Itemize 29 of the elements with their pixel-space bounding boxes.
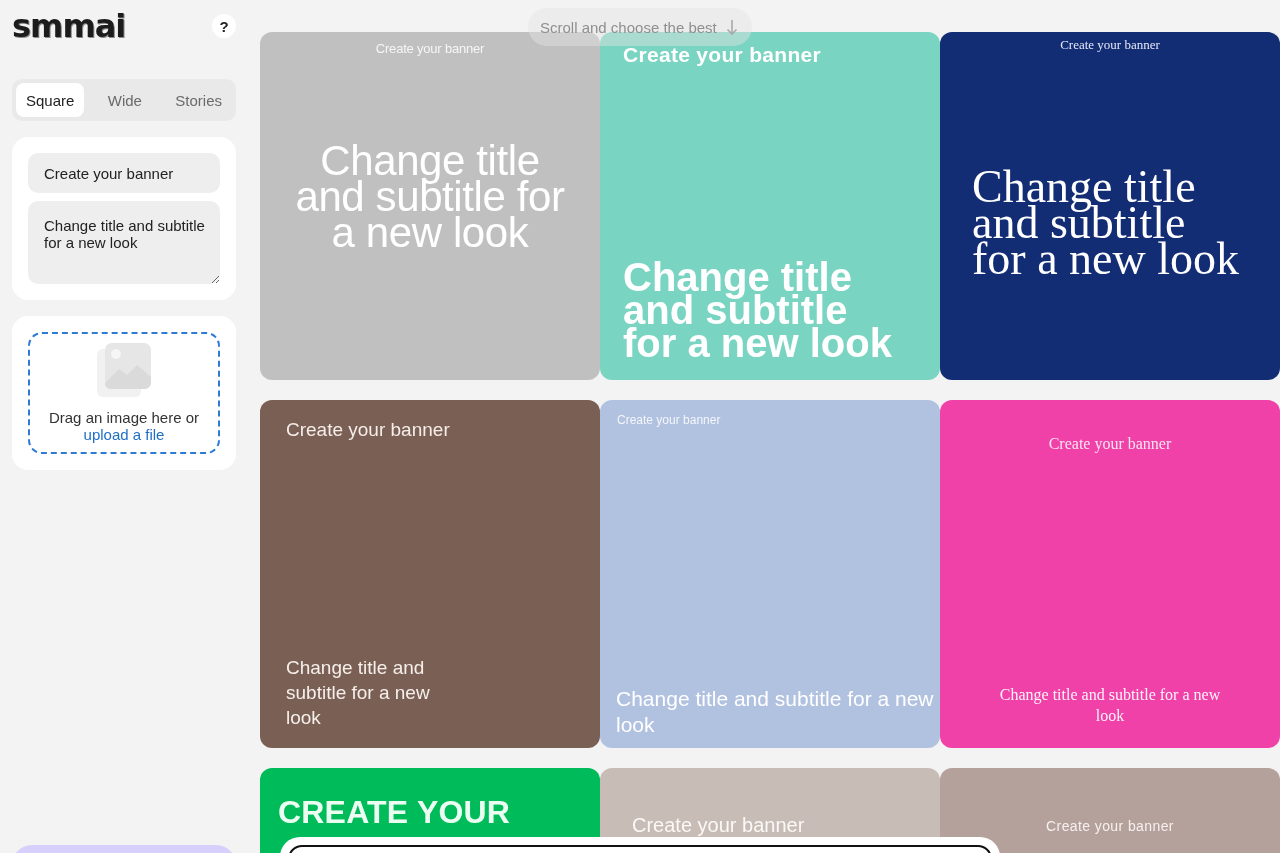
image-icon	[97, 343, 151, 397]
upload-prompt: Drag an image here or upload a file	[47, 409, 201, 443]
banner-title: Create your banner	[1048, 434, 1172, 454]
banner-title: Create your banner	[623, 44, 822, 66]
banner-card[interactable]: Create your banner Change title and subtitle for a new look	[260, 400, 600, 748]
banner-title: Create your banner	[1060, 37, 1160, 53]
banner-card[interactable]: Create your banner Change title and subtitle for a new look	[940, 32, 1280, 380]
format-tab[interactable]: Stories	[165, 83, 232, 117]
banner-title: CREATE YOUR	[278, 794, 512, 830]
banner-title: Create your banner	[617, 412, 722, 428]
logo: smmai	[12, 11, 126, 41]
help-button[interactable]: ?	[212, 14, 236, 38]
format-tab[interactable]: Wide	[97, 83, 152, 117]
format-tab[interactable]: Square	[16, 83, 85, 117]
banner-card[interactable]: Create your banner Change title and subtitle for a new look	[940, 400, 1280, 748]
banner-subtitle: Change title and subtitle for a new look	[623, 261, 893, 360]
banner-subtitle: Change title and subtitle for a new look	[998, 685, 1222, 726]
banner-title: Create your banner	[286, 419, 451, 441]
banner-title: Create your banner	[632, 815, 806, 835]
subtitle-field[interactable]: Change title and subtitle for a new look	[28, 201, 220, 284]
banner-subtitle: Change title and subtitle for a new look	[972, 169, 1240, 277]
upload-link[interactable]: upload a file	[83, 426, 165, 443]
drop-zone[interactable]: Drag an image here or upload a file	[28, 332, 220, 454]
banner-subtitle: Change title and subtitle for a new look	[294, 143, 566, 251]
banner-title: Create your banner	[1046, 818, 1174, 834]
banner-subtitle: Change title and subtitle for a new look	[616, 686, 935, 738]
title-field[interactable]: Create your banner	[28, 153, 220, 193]
arrow-down-icon	[725, 19, 738, 35]
banner-subtitle: Change title and subtitle for a new look	[286, 656, 431, 730]
